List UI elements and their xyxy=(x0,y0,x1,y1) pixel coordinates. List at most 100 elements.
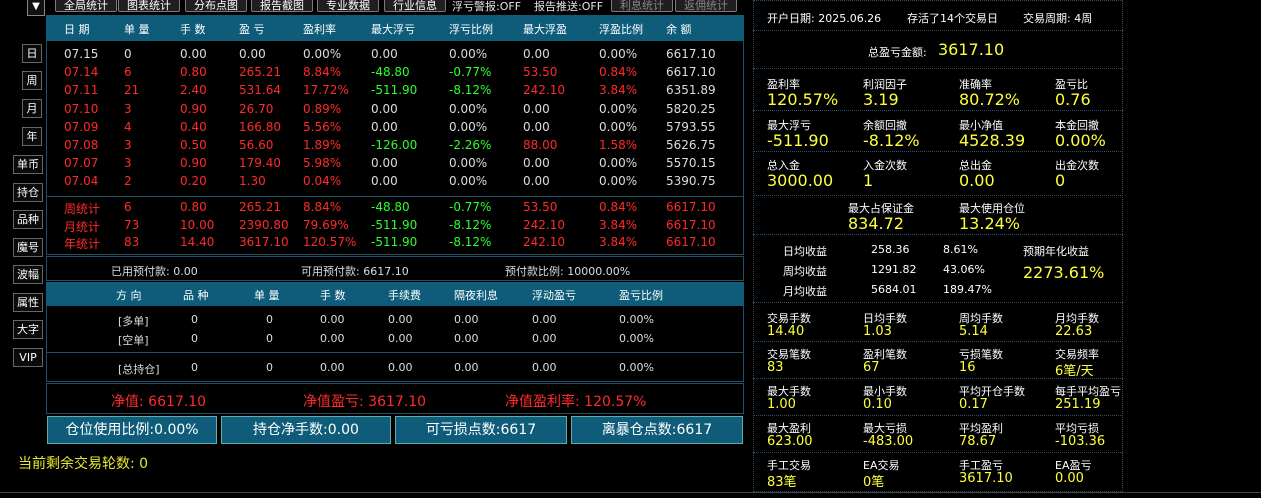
stats-cell: 07.07 xyxy=(64,156,99,171)
position-cell: 0.00 xyxy=(388,313,413,326)
stats-cell: 179.40 xyxy=(239,156,281,171)
stats-cell: 5820.25 xyxy=(666,101,716,116)
toolbar-button-0[interactable]: 全局统计 xyxy=(55,0,117,12)
max-margin-value: 834.72 xyxy=(848,214,904,233)
tool-button-4[interactable]: 波幅 xyxy=(13,265,43,284)
metric-value: 0.17 xyxy=(959,397,988,412)
period-button-2[interactable]: 月 xyxy=(22,99,42,118)
position-col-header: 品 种 xyxy=(183,289,209,302)
position-col-header: 隔夜利息 xyxy=(454,289,498,302)
stats-cell: 07.14 xyxy=(64,65,99,80)
tool-button-0[interactable]: 单币 xyxy=(13,155,43,174)
tool-button-7[interactable]: VIP xyxy=(13,347,43,367)
interest-stats-button[interactable]: 利息统计 xyxy=(611,0,673,12)
metric-value: 0.00 xyxy=(959,171,995,190)
report-push-toggle[interactable]: 报告推送:OFF xyxy=(534,0,603,14)
stats-cell: 5570.15 xyxy=(666,156,716,171)
stats-cell: 166.80 xyxy=(239,119,281,134)
summary-cell: -0.77% xyxy=(449,200,492,214)
prepay-bar: 已用预付款: 0.00 可用预付款: 6617.10 预付款比例: 10000.… xyxy=(46,256,744,281)
toolbar-button-2[interactable]: 分布点图 xyxy=(185,0,247,12)
summary-cell: 周统计 xyxy=(64,202,101,216)
metric-value: 4528.39 xyxy=(959,131,1026,150)
tool-button-6[interactable]: 大字 xyxy=(13,320,43,339)
toolbar-button-4[interactable]: 专业数据 xyxy=(317,0,379,12)
stats-cell: 5.56% xyxy=(303,119,342,134)
period-button-1[interactable]: 周 xyxy=(22,71,42,90)
stats-cell: 0.00 xyxy=(180,47,207,61)
position-cell: 0.00% xyxy=(619,332,654,345)
stats-cell: 2 xyxy=(124,174,132,189)
sep xyxy=(753,452,1123,453)
stats-cell: 4 xyxy=(124,119,132,134)
blowup-points-button[interactable]: 离暴仓点数:6617 xyxy=(571,416,743,444)
stats-cell: 6617.10 xyxy=(666,65,716,80)
stats-col-header: 手 数 xyxy=(180,23,206,36)
stats-cell: -48.80 xyxy=(371,65,410,80)
avg-label: 月均收益 xyxy=(783,285,827,298)
stats-cell: 5390.75 xyxy=(666,174,716,189)
toolbar-button-1[interactable]: 图表统计 xyxy=(118,0,180,12)
stats-cell: 5626.75 xyxy=(666,138,716,152)
metric-value: 623.00 xyxy=(767,434,813,449)
stats-cell: 0.00 xyxy=(371,119,398,134)
stats-col-header: 日 期 xyxy=(64,23,90,36)
stats-cell: 0.00 xyxy=(523,47,550,61)
avg-amount: 5684.01 xyxy=(871,283,917,296)
trade-cycle: 交易周期: 4周 xyxy=(1023,12,1093,25)
stats-cell: 0.04% xyxy=(303,174,342,189)
period-button-3[interactable]: 年 xyxy=(22,127,42,146)
position-cell: 0 xyxy=(266,332,273,345)
stats-cell: 0.00 xyxy=(371,47,398,61)
summary-cell: 3.84% xyxy=(599,217,638,232)
annual-label: 预期年化收益 xyxy=(1023,245,1089,258)
tool-button-1[interactable]: 持仓 xyxy=(13,182,43,202)
stats-cell: 0.40 xyxy=(180,119,207,134)
stats-cell: 8.84% xyxy=(303,65,342,80)
stats-cell: 0.00% xyxy=(449,101,488,116)
period-button-0[interactable]: 日 xyxy=(22,44,42,63)
float-warning-toggle[interactable]: 浮亏警报:OFF xyxy=(452,0,521,14)
annual-value: 2273.61% xyxy=(1023,263,1105,282)
metric-value: 0笔 xyxy=(863,475,885,490)
position-cell: 0.00 xyxy=(454,313,479,326)
tool-button-5[interactable]: 属性 xyxy=(13,292,43,312)
toolbar-button-5[interactable]: 行业信息 xyxy=(384,0,446,12)
menu-dropdown[interactable]: ▼ xyxy=(27,0,45,16)
metric-value: 1.03 xyxy=(863,324,892,339)
metric-value: 80.72% xyxy=(959,90,1021,109)
summary-cell: 79.69% xyxy=(303,217,349,232)
sep xyxy=(753,341,1123,342)
avg-amount: 1291.82 xyxy=(871,263,917,276)
metric-value: -8.12% xyxy=(863,131,920,150)
total-pnl-value: 3617.10 xyxy=(938,40,1005,59)
metric-value: -103.36 xyxy=(1055,434,1106,449)
net-value: 净值: 6617.10 xyxy=(111,394,207,410)
summary-cell: 8.84% xyxy=(303,200,342,214)
sep xyxy=(753,378,1123,379)
tool-button-2[interactable]: 品种 xyxy=(13,210,43,229)
metric-value: 3617.10 xyxy=(959,471,1013,486)
metric-value: 0.00 xyxy=(1055,471,1084,486)
stats-cell: 6617.10 xyxy=(666,47,716,61)
stats-cell: 1.89% xyxy=(303,138,342,152)
stats-cell: 0.00% xyxy=(449,119,488,134)
position-usage-button[interactable]: 仓位使用比例:0.00% xyxy=(47,416,217,444)
stats-cell: 265.21 xyxy=(239,65,281,80)
rebate-stats-button[interactable]: 返佣统计 xyxy=(675,0,737,12)
summary-cell: -48.80 xyxy=(371,200,410,214)
summary-cell: 73 xyxy=(124,217,140,232)
net-lots-button[interactable]: 持仓净手数:0.00 xyxy=(221,416,391,444)
stats-col-header: 最大浮亏 xyxy=(371,23,415,36)
tool-button-3[interactable]: 魔号 xyxy=(13,237,43,257)
max-position-value: 13.24% xyxy=(959,214,1021,233)
toolbar-button-3[interactable]: 报告截图 xyxy=(251,0,313,12)
sep xyxy=(753,302,1123,303)
stats-cell: 0.00 xyxy=(371,101,398,116)
loss-points-button[interactable]: 可亏损点数:6617 xyxy=(395,416,567,444)
sep xyxy=(753,234,1123,235)
avg-amount: 258.36 xyxy=(871,243,910,256)
stats-col-header: 浮亏比例 xyxy=(449,23,493,36)
net-pnl: 净值盈亏: 3617.10 xyxy=(303,394,427,410)
stats-cell: 6351.89 xyxy=(666,83,716,98)
